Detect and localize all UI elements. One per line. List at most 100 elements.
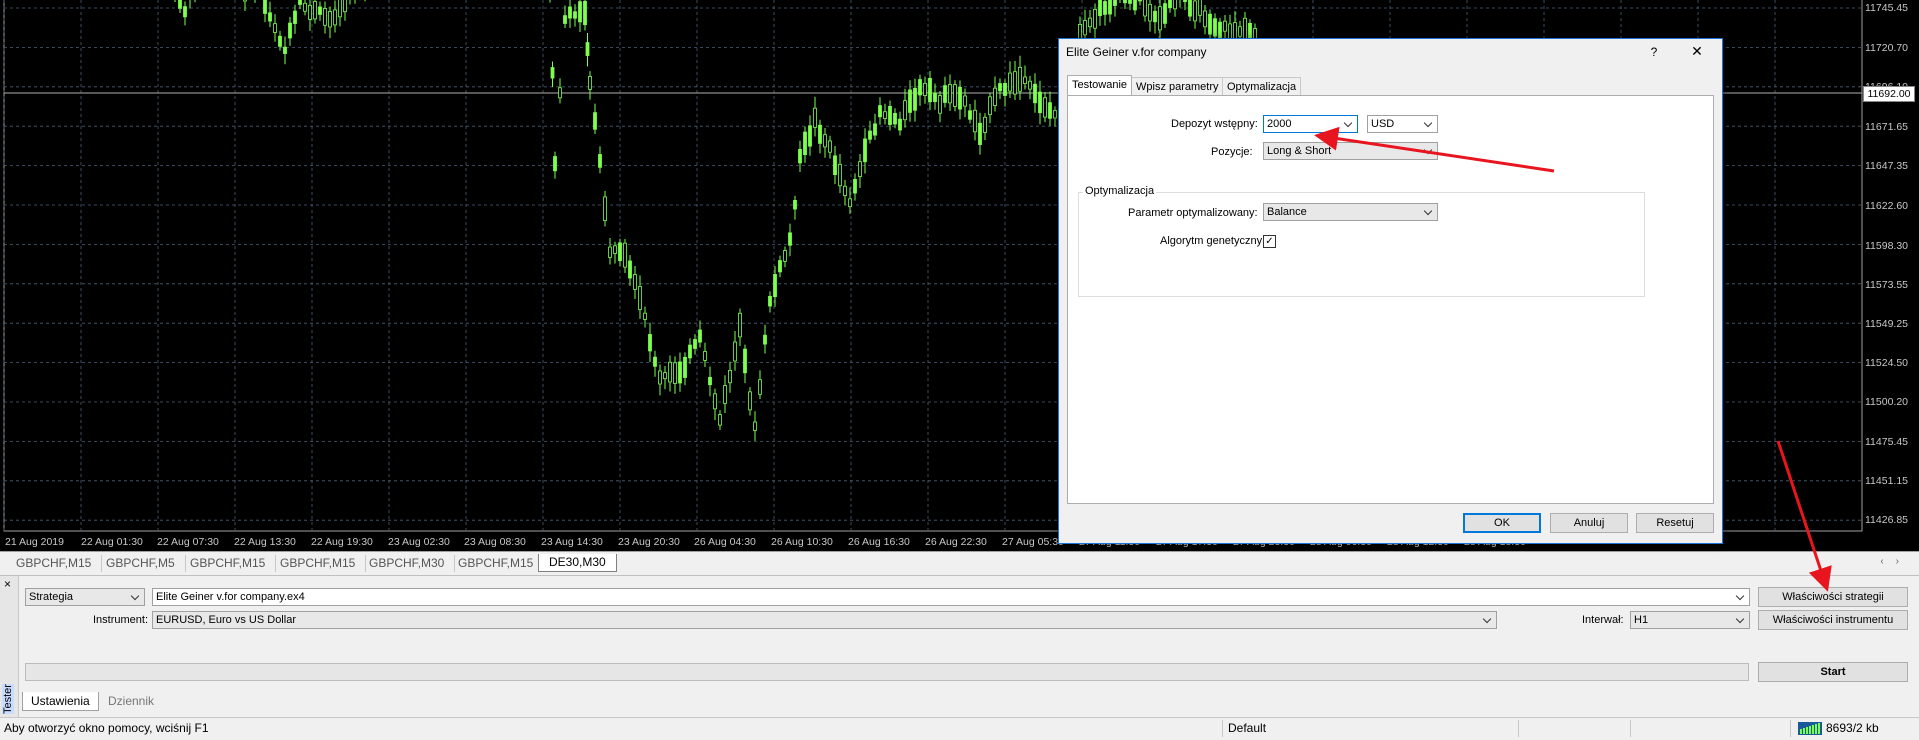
interval-label: Interwał: [1582,614,1624,626]
tab-optimization[interactable]: Optymalizacja [1222,77,1302,96]
currency-select[interactable]: USD [1367,115,1438,133]
candle-body [1043,97,1047,118]
candle-body [1153,10,1157,23]
chart-tab[interactable]: GBPCHF,M15 [180,555,277,572]
positions-select-value: Long & Short [1267,145,1332,157]
chevron-down-icon [1736,589,1746,605]
interval-select-value: H1 [1634,614,1649,626]
candle-body [578,1,582,23]
candle-body [698,329,702,343]
deposit-input[interactable]: 2000 [1263,115,1358,133]
time-axis-label: 23 Aug 02:30 [388,536,450,548]
candle-body [1138,0,1142,2]
candle-body [968,110,972,120]
chart-tab[interactable]: GBPCHF,M15 [448,555,545,572]
chevron-down-icon [1483,612,1493,628]
candle-body [663,372,667,380]
candle-body [568,6,572,19]
candle-body [643,312,647,320]
candle-body [558,87,562,99]
candle-body [1188,0,1192,17]
interval-select[interactable]: H1 [1630,611,1750,629]
candle-body [598,154,602,168]
optimization-group-title: Optymalizacja [1083,185,1157,197]
price-axis-label: 11598.30 [1865,240,1909,252]
cancel-button[interactable]: Anuluj [1550,513,1628,533]
candle-body [708,376,712,386]
candle-body [858,161,862,177]
opt-param-select[interactable]: Balance [1263,203,1438,221]
candle-body [813,107,817,128]
candle-body [1033,83,1037,104]
instrument-properties-button[interactable]: Właściwości instrumentu [1758,610,1908,630]
tab-journal[interactable]: Dziennik [100,692,162,710]
positions-select[interactable]: Long & Short [1263,142,1438,160]
candle-body [1208,13,1212,35]
candle-body [1048,102,1052,119]
candle-body [633,274,637,290]
candle-body [1203,10,1207,28]
candle-body [1233,22,1237,39]
candle-body [788,232,792,246]
strategy-properties-button[interactable]: Właściwości strategii [1758,587,1908,607]
chart-tab[interactable]: GBPCHF,M15 [270,555,367,572]
candle-body [928,77,932,103]
tester-side-label: Tester [2,684,14,714]
candle-body [763,334,767,345]
candle-body [1158,6,1162,31]
candle-body [1168,0,1172,9]
price-axis-label: 11549.25 [1865,318,1909,330]
help-icon[interactable]: ? [1644,45,1664,59]
time-axis-label: 22 Aug 01:30 [81,536,143,548]
start-button[interactable]: Start [1758,662,1908,682]
testing-pane: Depozyt wstępny: 2000 USD Pozycje: Long … [1067,95,1714,504]
close-icon[interactable]: ✕ [1687,43,1707,60]
instrument-select[interactable]: EURUSD, Euro vs US Dollar [152,611,1497,629]
chart-tab[interactable]: GBPCHF,M5 [96,555,186,572]
price-axis-label: 11524.50 [1865,357,1909,369]
chevron-down-icon [131,589,141,605]
candle-body [585,42,590,56]
candle-body [938,95,942,114]
candle-body [343,0,347,13]
ok-button[interactable]: OK [1463,513,1541,533]
time-axis-label: 23 Aug 14:30 [541,536,603,548]
time-axis-label: 21 Aug 2019 [5,536,64,548]
candle-body [648,334,652,352]
candle-body [713,393,717,410]
candle-body [998,83,1002,92]
chart-tab[interactable]: GBPCHF,M15 [6,555,103,572]
chart-tab[interactable]: GBPCHF,M30 [359,555,456,572]
candle-body [878,105,882,118]
mode-select[interactable]: Strategia [25,588,145,606]
tab-testing[interactable]: Testowanie [1067,75,1133,96]
genetic-checkbox[interactable]: ✓ [1263,235,1276,248]
candle-body [993,87,997,107]
expert-select[interactable]: Elite Geiner v.for company.ex4 [152,588,1750,606]
candle-body [298,0,302,5]
candle-body [838,163,842,187]
candle-body [338,0,342,18]
candle-body [563,15,567,24]
tab-settings[interactable]: Ustawienia [22,692,99,711]
candle-body [550,67,555,79]
candle-body [573,11,577,19]
candle-body [823,134,827,148]
candle-body [638,286,642,310]
candle-body [833,155,837,175]
candle-body [1113,0,1117,6]
chart-tab-active[interactable]: DE30,M30 [538,554,617,572]
candle-body [1198,0,1202,16]
tab-input-parameters[interactable]: Wpisz parametry [1131,77,1224,96]
candle-body [798,148,802,164]
candle-body [1083,20,1087,36]
tab-scroll-arrows[interactable]: ‹› [1880,556,1911,567]
candle-body [328,11,332,28]
reset-button[interactable]: Resetuj [1636,513,1714,533]
candle-body [313,1,317,20]
candle-body [1193,0,1197,22]
time-axis-label: 22 Aug 07:30 [157,536,219,548]
strategy-tester-panel: × Tester Strategia Elite Geiner v.for co… [0,575,1919,718]
close-icon[interactable]: × [4,577,11,591]
candle-body [283,46,287,54]
